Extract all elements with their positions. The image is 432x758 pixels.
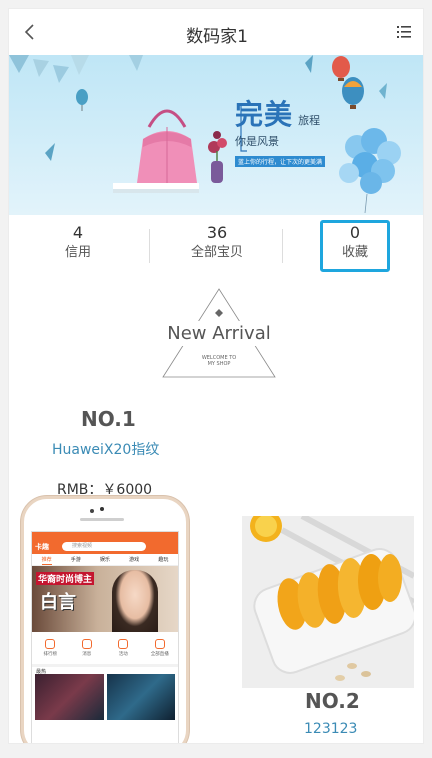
- app-tab: 手游: [70, 557, 81, 563]
- app-icon: 全部直播: [149, 639, 171, 657]
- phone-speaker: [80, 518, 124, 521]
- top-nav-bar: 数码家1: [9, 9, 423, 55]
- phone-camera: [100, 507, 104, 511]
- stat-value: 36: [206, 223, 228, 242]
- phone-screen: 卡趣 搜索视频 推荐 手游 娱乐 游戏 趣玩 华裔时尚博主 白言 排行榜 消息 …: [31, 531, 179, 743]
- app-top-bar: 卡趣 搜索视频: [32, 540, 178, 554]
- app-tabs: 推荐 手游 娱乐 游戏 趣玩: [32, 554, 178, 566]
- app-hero-line2: 白言: [40, 592, 76, 613]
- app-icon: 消息: [76, 639, 98, 657]
- welcome-text: WELCOME TO MY SHOP: [149, 355, 289, 367]
- app-thumbnails: [32, 674, 178, 720]
- page-title: 数码家1: [186, 27, 248, 47]
- app-thumbnail: [35, 674, 104, 720]
- product-rank: NO.1: [81, 407, 136, 431]
- product-image-dried-mango[interactable]: [242, 516, 414, 688]
- shop-stats: 4 信用 36 全部宝贝 0 收藏: [9, 215, 423, 277]
- product-image-phone[interactable]: 卡趣 搜索视频 推荐 手游 娱乐 游戏 趣玩 华裔时尚博主 白言 排行榜 消息 …: [21, 496, 189, 743]
- welcome-line-2: MY SHOP: [207, 361, 231, 367]
- new-arrival-title: New Arrival: [149, 321, 289, 346]
- app-icon: 活动: [112, 639, 134, 657]
- banner-slogan: 完美 旅程 你是风景 蓝上你的行程，让下次的更美满: [235, 93, 326, 168]
- product-name-link[interactable]: 123123: [304, 721, 357, 737]
- app-tab: 趣玩: [158, 557, 169, 563]
- list-menu-icon: [397, 26, 411, 38]
- page-frame: 数码家1 完美 旅程 你是风景 蓝上你的行程，让下次的更美满 4 信用 36 全…: [8, 8, 424, 744]
- app-icon: 排行榜: [39, 639, 61, 657]
- new-arrival-section: New Arrival WELCOME TO MY SHOP: [149, 285, 289, 381]
- banner-title: 完美: [235, 98, 294, 131]
- app-thumbnail: [106, 674, 175, 720]
- app-tab: 游戏: [129, 557, 140, 563]
- shop-banner[interactable]: 完美 旅程 你是风景 蓝上你的行程，让下次的更美满: [9, 55, 423, 215]
- product-name-link[interactable]: HuaweiX20指纹: [52, 439, 159, 459]
- stat-value: 0: [349, 223, 361, 242]
- stat-label: 信用: [64, 245, 91, 260]
- stat-all-items[interactable]: 36 全部宝贝: [148, 223, 286, 262]
- app-tab: 推荐: [41, 554, 52, 565]
- stat-credit[interactable]: 4 信用: [9, 223, 147, 262]
- app-section-title: 最热: [32, 664, 178, 675]
- phone-camera: [90, 509, 94, 513]
- stat-favorites[interactable]: 0 收藏: [286, 223, 423, 262]
- app-hero-banner: 华裔时尚博主 白言: [32, 566, 178, 632]
- app-icon-row: 排行榜 消息 活动 全部直播: [32, 632, 178, 664]
- app-hero-line1: 华裔时尚博主: [36, 572, 95, 585]
- stat-value: 4: [72, 223, 84, 242]
- app-search: 搜索视频: [62, 542, 146, 551]
- banner-note: 蓝上你的行程，让下次的更美满: [235, 156, 326, 167]
- banner-title-suffix: 旅程: [298, 114, 321, 127]
- banner-subtitle: 你是风景: [235, 135, 279, 148]
- app-logo: 卡趣: [35, 543, 49, 551]
- stat-label: 收藏: [341, 245, 368, 260]
- dried-mango-photo: [242, 516, 414, 688]
- menu-button[interactable]: [393, 22, 415, 42]
- product-rank: NO.2: [305, 689, 360, 713]
- banner-illustration: [9, 55, 401, 214]
- app-status-bar: [32, 532, 178, 540]
- app-tab: 娱乐: [99, 557, 110, 563]
- stat-divider: [282, 229, 283, 263]
- stat-label: 全部宝贝: [190, 245, 243, 260]
- app-hero-portrait: [112, 570, 158, 632]
